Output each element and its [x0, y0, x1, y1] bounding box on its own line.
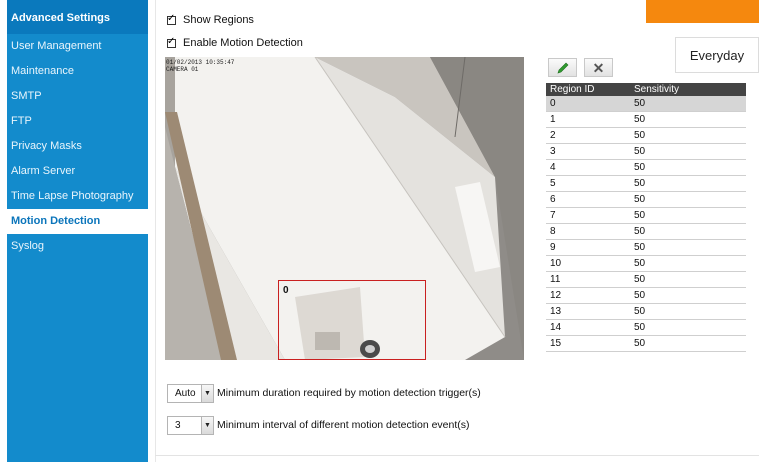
sensitivity-cell: 50 — [628, 303, 746, 320]
duration-label: Minimum duration required by motion dete… — [217, 387, 481, 399]
sensitivity-cell: 50 — [628, 96, 746, 112]
chevron-down-icon[interactable]: ▼ — [201, 385, 213, 402]
region-id-cell: 6 — [546, 191, 628, 208]
delete-region-button[interactable]: ✕ — [584, 58, 613, 77]
table-row[interactable]: 14 50 — [546, 319, 746, 336]
column-header-sensitivity: Sensitivity — [628, 83, 746, 96]
table-row[interactable]: 6 50 — [546, 191, 746, 208]
motion-region-0[interactable]: 0 — [278, 280, 426, 360]
accent-tab — [646, 0, 759, 23]
sidebar-item-time-lapse[interactable]: Time Lapse Photography — [7, 184, 148, 209]
enable-motion-checkbox[interactable] — [167, 36, 176, 48]
sensitivity-cell: 50 — [628, 335, 746, 352]
sensitivity-cell: 50 — [628, 255, 746, 272]
table-row[interactable]: 12 50 — [546, 287, 746, 304]
interval-value: 3 — [175, 420, 181, 431]
table-body: 0 50 1 50 2 50 3 50 4 50 5 50 6 50 7 50 8 50 9 50 10 50 11 50 12… — [546, 96, 746, 352]
region-id-cell: 11 — [546, 271, 628, 288]
enable-motion-label: Enable Motion Detection — [183, 37, 303, 49]
sidebar-item-user-management[interactable]: User Management — [7, 34, 148, 59]
camera-view[interactable]: 01/02/2013 10:35:47 CAMERA 01 0 — [165, 57, 524, 360]
show-regions-label: Show Regions — [183, 14, 254, 26]
region-id-cell: 5 — [546, 175, 628, 192]
sensitivity-cell: 50 — [628, 191, 746, 208]
table-row[interactable]: 1 50 — [546, 111, 746, 128]
table-row[interactable]: 0 50 — [546, 96, 746, 112]
region-id-cell: 9 — [546, 239, 628, 256]
sensitivity-cell: 50 — [628, 159, 746, 176]
edit-region-button[interactable] — [548, 58, 577, 77]
pencil-icon — [557, 62, 568, 73]
region-id-cell: 3 — [546, 143, 628, 160]
sidebar-item-smtp[interactable]: SMTP — [7, 84, 148, 109]
table-row[interactable]: 2 50 — [546, 127, 746, 144]
sensitivity-cell: 50 — [628, 319, 746, 336]
table-row[interactable]: 5 50 — [546, 175, 746, 192]
sensitivity-cell: 50 — [628, 239, 746, 256]
sensitivity-cell: 50 — [628, 207, 746, 224]
duration-select[interactable]: Auto ▼ — [167, 384, 214, 403]
region-id-cell: 2 — [546, 127, 628, 144]
table-row[interactable]: 15 50 — [546, 335, 746, 352]
table-row[interactable]: 11 50 — [546, 271, 746, 288]
region-id-cell: 8 — [546, 223, 628, 240]
sidebar-item-alarm-server[interactable]: Alarm Server — [7, 159, 148, 184]
region-id-cell: 10 — [546, 255, 628, 272]
region-id-cell: 13 — [546, 303, 628, 320]
chevron-down-icon[interactable]: ▼ — [201, 417, 213, 434]
enable-motion-row[interactable]: Enable Motion Detection — [167, 36, 303, 49]
show-regions-checkbox[interactable] — [167, 13, 176, 25]
osd-camera-name: CAMERA 01 — [166, 66, 199, 73]
content-divider — [155, 0, 156, 462]
sidebar-item-motion-detection[interactable]: Motion Detection — [7, 209, 148, 234]
region-id-cell: 12 — [546, 287, 628, 304]
region-id-cell: 0 — [546, 96, 628, 112]
region-id-cell: 15 — [546, 335, 628, 352]
table-row[interactable]: 8 50 — [546, 223, 746, 240]
bottom-divider — [155, 455, 759, 456]
osd-timestamp: 01/02/2013 10:35:47 — [166, 59, 235, 66]
camera-osd: 01/02/2013 10:35:47 CAMERA 01 — [166, 59, 234, 73]
sensitivity-cell: 50 — [628, 271, 746, 288]
region-label: 0 — [283, 285, 289, 296]
table-row[interactable]: 7 50 — [546, 207, 746, 224]
duration-value: Auto — [175, 388, 196, 399]
table-row[interactable]: 9 50 — [546, 239, 746, 256]
region-id-cell: 14 — [546, 319, 628, 336]
table-row[interactable]: 10 50 — [546, 255, 746, 272]
region-id-cell: 1 — [546, 111, 628, 128]
table-row[interactable]: 3 50 — [546, 143, 746, 160]
sidebar-item-syslog[interactable]: Syslog — [7, 234, 148, 259]
close-icon: ✕ — [592, 59, 605, 76]
interval-select[interactable]: 3 ▼ — [167, 416, 214, 435]
schedule-selector[interactable]: Everyday — [675, 37, 759, 73]
table-row[interactable]: 4 50 — [546, 159, 746, 176]
interval-label: Minimum interval of different motion det… — [217, 419, 470, 431]
sidebar: Advanced Settings User Management Mainte… — [7, 0, 148, 462]
column-header-region-id: Region ID — [546, 83, 628, 96]
sensitivity-cell: 50 — [628, 143, 746, 160]
table-header-row: Region ID Sensitivity — [546, 83, 746, 96]
sensitivity-cell: 50 — [628, 223, 746, 240]
sidebar-item-privacy-masks[interactable]: Privacy Masks — [7, 134, 148, 159]
sidebar-header: Advanced Settings — [7, 0, 148, 34]
region-table: Region ID Sensitivity 0 50 1 50 2 50 3 50 4 50 5 50… — [546, 83, 746, 352]
table-row[interactable]: 13 50 — [546, 303, 746, 320]
sensitivity-cell: 50 — [628, 127, 746, 144]
sidebar-item-ftp[interactable]: FTP — [7, 109, 148, 134]
sensitivity-cell: 50 — [628, 287, 746, 304]
sensitivity-cell: 50 — [628, 111, 746, 128]
sidebar-item-maintenance[interactable]: Maintenance — [7, 59, 148, 84]
sensitivity-cell: 50 — [628, 175, 746, 192]
region-id-cell: 7 — [546, 207, 628, 224]
show-regions-row[interactable]: Show Regions — [167, 13, 254, 26]
region-id-cell: 4 — [546, 159, 628, 176]
